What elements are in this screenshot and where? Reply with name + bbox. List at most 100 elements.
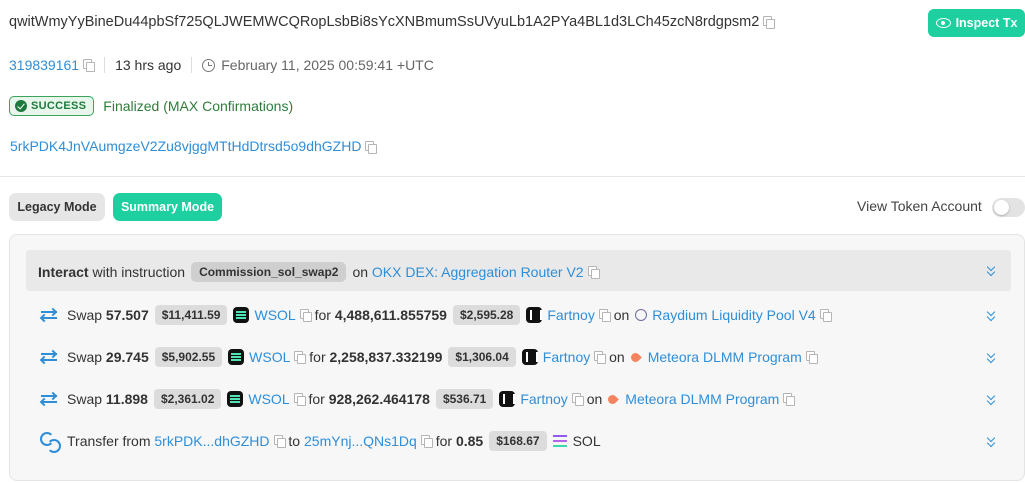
view-token-account-toggle[interactable] — [992, 198, 1025, 217]
summary-mode-button[interactable]: Summary Mode — [113, 193, 222, 221]
transfer-verb: Transfer from — [67, 433, 151, 449]
divider — [191, 57, 193, 73]
for-text: for — [309, 349, 326, 365]
amount-in: 29.745 — [105, 349, 149, 365]
swap-verb: Swap — [67, 307, 103, 323]
copy-icon[interactable] — [294, 351, 307, 364]
inspect-tx-button[interactable]: Inspect Tx — [928, 9, 1025, 37]
token-out-link[interactable]: Fartnoy — [547, 307, 594, 323]
copy-icon[interactable] — [273, 435, 286, 448]
swap-verb: Swap — [67, 391, 103, 407]
copy-icon[interactable] — [783, 393, 796, 406]
usd-in-badge: $2,361.02 — [153, 389, 222, 409]
meteora-icon — [606, 392, 620, 406]
view-token-account-label: View Token Account — [857, 198, 982, 214]
token-in-link[interactable]: WSOL — [248, 391, 289, 407]
on-text: on — [586, 391, 603, 407]
copy-icon[interactable] — [587, 266, 600, 279]
signature-text: qwitWmyYyBineDu44pbSf725QLJWEMWCQRopLsbB… — [9, 14, 760, 30]
swap-row: Swap 11.898 $2,361.02 WSOL for 928,262.4… — [39, 387, 796, 411]
fartnoy-token-icon — [499, 391, 516, 407]
copy-icon[interactable] — [365, 141, 378, 155]
divider — [104, 57, 106, 73]
copy-icon[interactable] — [819, 309, 832, 322]
status-text: SUCCESS — [31, 100, 87, 112]
transaction-signature: qwitWmyYyBineDu44pbSf725QLJWEMWCQRopLsbB… — [9, 14, 776, 30]
wsol-token-icon — [228, 349, 245, 365]
copy-icon[interactable] — [83, 59, 96, 72]
amount-out: 2,258,837.332199 — [329, 349, 443, 365]
wsol-token-icon — [227, 391, 244, 407]
finality-text: Finalized (MAX Confirmations) — [103, 98, 294, 114]
status-row: SUCCESS Finalized (MAX Confirmations) — [9, 96, 293, 116]
swap-icon — [39, 390, 59, 408]
interact-label: Interact — [38, 264, 89, 280]
expand-chevron-icon[interactable] — [985, 310, 997, 322]
copy-icon[interactable] — [805, 351, 818, 364]
copy-icon[interactable] — [420, 435, 433, 448]
pool-link[interactable]: Meteora DLMM Program — [625, 391, 779, 407]
inspect-tx-label: Inspect Tx — [955, 16, 1018, 30]
expand-chevron-icon[interactable] — [985, 352, 997, 364]
swap-icon — [39, 348, 59, 366]
block-info: 319839161 13 hrs ago February 11, 2025 0… — [9, 57, 434, 73]
usd-out-badge: $2,595.28 — [452, 305, 521, 325]
sol-token-icon — [552, 435, 567, 447]
age-text: 13 hrs ago — [115, 57, 182, 73]
swap-verb: Swap — [67, 349, 103, 365]
usd-out-badge: $1,306.04 — [448, 347, 516, 367]
fartnoy-token-icon — [526, 307, 543, 323]
wsol-token-icon — [233, 307, 250, 323]
token-in-link[interactable]: WSOL — [254, 307, 295, 323]
amount-in: 57.507 — [105, 307, 149, 323]
usd-badge: $168.67 — [489, 431, 547, 451]
instruction-name-pill: Commission_sol_swap2 — [191, 262, 347, 282]
raydium-icon — [635, 309, 648, 321]
swap-row: Swap 57.507 $11,411.59 WSOL for 4,488,61… — [39, 303, 832, 327]
meteora-icon — [628, 350, 642, 364]
for-text: for — [314, 307, 331, 323]
instruction-summary: Interact with instruction Commission_sol… — [38, 262, 600, 282]
usd-in-badge: $5,902.55 — [154, 347, 223, 367]
token-in-link[interactable]: WSOL — [249, 349, 290, 365]
token-out-link[interactable]: Fartnoy — [520, 391, 567, 407]
swap-icon — [39, 306, 59, 324]
transfer-to-link[interactable]: 25mYnj...QNs1Dq — [304, 433, 417, 449]
copy-icon[interactable] — [763, 16, 776, 30]
transfer-token: SOL — [572, 433, 601, 449]
pool-link[interactable]: Meteora DLMM Program — [648, 349, 802, 365]
clock-icon — [202, 58, 216, 72]
transfer-row: Transfer from 5rkPDK...dhGZHD to 25mYnj.… — [40, 429, 601, 453]
copy-icon[interactable] — [571, 393, 584, 406]
eye-icon — [935, 18, 951, 28]
for-text: for — [435, 433, 453, 449]
check-icon — [15, 100, 27, 112]
pool-link[interactable]: Raydium Liquidity Pool V4 — [652, 307, 815, 323]
signer-row: 5rkPDK4JnVAumgzeV2Zu8vjggMTtHdDtrsd5o9dh… — [10, 138, 378, 155]
copy-icon[interactable] — [598, 309, 611, 322]
expand-chevron-icon[interactable] — [985, 265, 997, 277]
with-instruction-text: with instruction — [92, 264, 186, 280]
copy-icon[interactable] — [299, 309, 312, 322]
on-text: on — [352, 264, 369, 280]
expand-chevron-icon[interactable] — [985, 436, 997, 448]
transfer-from-link[interactable]: 5rkPDK...dhGZHD — [154, 433, 269, 449]
usd-in-badge: $11,411.59 — [154, 305, 228, 325]
signer-link[interactable]: 5rkPDK4JnVAumgzeV2Zu8vjggMTtHdDtrsd5o9dh… — [10, 138, 361, 154]
copy-icon[interactable] — [293, 393, 306, 406]
expand-chevron-icon[interactable] — [985, 394, 997, 406]
section-divider — [0, 176, 1025, 177]
on-text: on — [609, 349, 625, 365]
amount-out: 4,488,611.855759 — [334, 307, 447, 323]
transfer-icon — [40, 432, 61, 453]
program-link[interactable]: OKX DEX: Aggregation Router V2 — [372, 264, 584, 280]
token-out-link[interactable]: Fartnoy — [543, 349, 590, 365]
on-text: on — [613, 307, 630, 323]
status-badge: SUCCESS — [9, 96, 95, 116]
legacy-mode-button[interactable]: Legacy Mode — [9, 193, 105, 221]
swap-row: Swap 29.745 $5,902.55 WSOL for 2,258,837… — [39, 345, 818, 369]
transfer-amount: 0.85 — [455, 433, 484, 449]
usd-out-badge: $536.71 — [435, 389, 494, 409]
copy-icon[interactable] — [594, 351, 607, 364]
block-link[interactable]: 319839161 — [9, 57, 79, 73]
